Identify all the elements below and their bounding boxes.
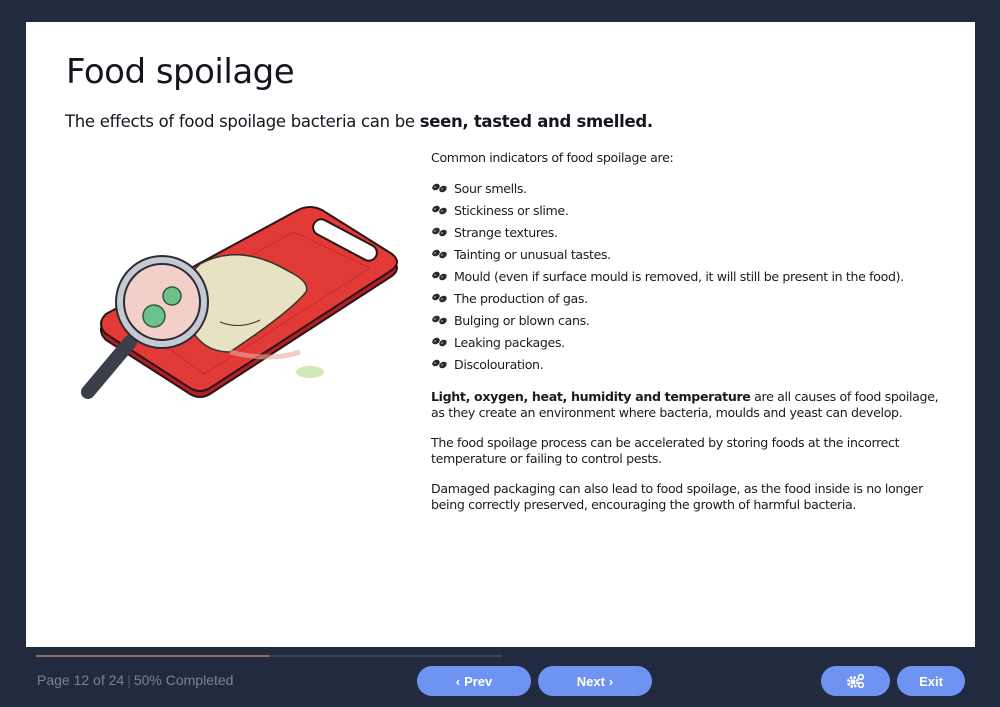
indicators-list: Sour smells. Stickiness or slime. Strang… <box>431 177 951 375</box>
indicator-text: Strange textures. <box>454 224 558 240</box>
causes-paragraph: Light, oxygen, heat, humidity and temper… <box>431 389 951 421</box>
indicator-text: Leaking packages. <box>454 334 565 350</box>
prev-button[interactable]: ‹ Prev <box>417 666 531 696</box>
indicator-item: Stickiness or slime. <box>431 199 951 221</box>
indicator-text: Tainting or unusual tastes. <box>454 246 611 262</box>
page-status: Page 12 of 24 | 50% Completed <box>37 672 233 688</box>
indicator-text: Stickiness or slime. <box>454 202 569 218</box>
bacteria-icon <box>432 293 447 303</box>
food-spoilage-illustration <box>81 206 398 399</box>
indicator-text: Discolouration. <box>454 356 544 372</box>
next-label: Next <box>576 673 605 689</box>
indicators-intro: Common indicators of food spoilage are: <box>431 150 674 165</box>
progress-fill <box>36 655 269 657</box>
chevron-left-icon: ‹ <box>455 673 461 689</box>
prev-label: Prev <box>464 673 493 689</box>
indicator-text: Sour smells. <box>454 180 527 196</box>
bacteria-icon <box>432 183 447 193</box>
indicator-item: Leaking packages. <box>431 331 951 353</box>
subtitle-text: The effects of food spoilage bacteria ca… <box>65 112 420 131</box>
page-subtitle: The effects of food spoilage bacteria ca… <box>65 112 653 131</box>
page-title: Food spoilage <box>66 52 295 92</box>
page-counter: Page 12 of 24 <box>37 672 125 688</box>
exit-button[interactable]: Exit <box>897 666 965 696</box>
indicator-item: The production of gas. <box>431 287 951 309</box>
content-column: Common indicators of food spoilage are: … <box>431 150 951 527</box>
indicator-item: Tainting or unusual tastes. <box>431 243 951 265</box>
indicator-item: Bulging or blown cans. <box>431 309 951 331</box>
bacteria-icon <box>162 286 182 306</box>
settings-button[interactable] <box>821 666 890 696</box>
chevron-right-icon: › <box>608 673 614 689</box>
causes-bold: Light, oxygen, heat, humidity and temper… <box>431 389 751 404</box>
completion-label: 50% Completed <box>133 672 234 688</box>
next-button[interactable]: Next › <box>538 666 652 696</box>
status-separator: | <box>127 672 131 688</box>
indicator-item: Strange textures. <box>431 221 951 243</box>
indicator-text: Bulging or blown cans. <box>454 312 590 328</box>
bacteria-icon <box>432 271 447 281</box>
gears-icon <box>846 673 864 689</box>
indicator-item: Mould (even if surface mould is removed,… <box>431 265 951 287</box>
bacteria-icon <box>432 359 447 369</box>
bacteria-icon <box>432 205 447 215</box>
bacteria-icon <box>142 304 166 328</box>
packaging-paragraph: Damaged packaging can also lead to food … <box>431 481 923 512</box>
bacteria-icon <box>432 249 447 259</box>
bacteria-icon <box>432 315 447 325</box>
slide-content: Food spoilage The effects of food spoila… <box>26 22 975 647</box>
subtitle-bold: seen, tasted and smelled. <box>419 112 653 131</box>
bacteria-icon <box>432 337 447 347</box>
indicator-text: The production of gas. <box>454 290 588 306</box>
indicator-item: Sour smells. <box>431 177 951 199</box>
indicator-text: Mould (even if surface mould is removed,… <box>454 268 904 284</box>
progress-bar <box>36 655 502 657</box>
bacteria-icon <box>432 227 447 237</box>
indicator-item: Discolouration. <box>431 353 951 375</box>
acceleration-paragraph: The food spoilage process can be acceler… <box>431 435 900 466</box>
